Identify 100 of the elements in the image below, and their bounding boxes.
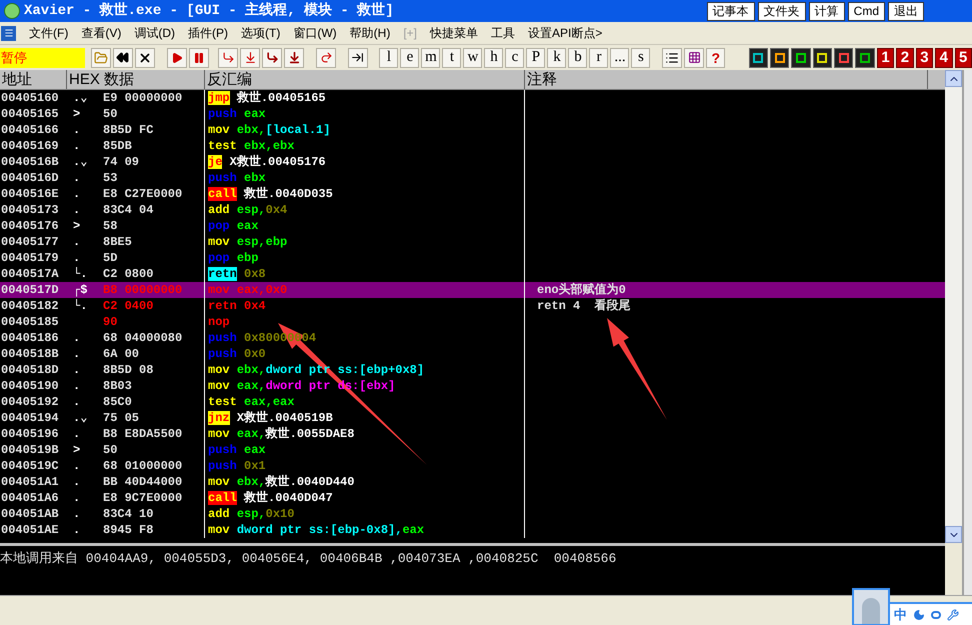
scroll-up-icon[interactable] xyxy=(945,70,962,87)
help-button[interactable]: ? xyxy=(706,48,726,68)
close-icon[interactable] xyxy=(134,48,155,68)
rewind-icon[interactable] xyxy=(112,48,133,68)
number-button[interactable]: 4 xyxy=(935,48,953,68)
window-button[interactable]: c xyxy=(505,48,524,68)
window-button[interactable]: h xyxy=(484,48,504,68)
column-header[interactable]: HEX 数据 xyxy=(67,70,205,89)
hex-cell: 90 xyxy=(103,314,118,330)
step-over-icon[interactable] xyxy=(240,48,260,68)
scrollbar[interactable] xyxy=(945,70,962,543)
window-button[interactable]: ... xyxy=(610,48,630,68)
call-info-text: 本地调用来自 00404AA9, 004055D3, 004056E4, 00406B4B ,004073EA ,0040825C 00408566 xyxy=(0,551,616,566)
grid-icon[interactable] xyxy=(684,48,704,68)
hex-cell: 58 xyxy=(103,218,118,234)
title-tool-button[interactable]: 文件夹 xyxy=(758,2,806,20)
number-button[interactable]: 1 xyxy=(876,48,894,68)
menu-item[interactable]: 选项(T) xyxy=(241,24,280,42)
plugin-icon[interactable] xyxy=(812,48,832,68)
punctuation-icon[interactable] xyxy=(931,611,941,619)
pause-icon[interactable] xyxy=(188,48,209,68)
menu-item[interactable]: 设置API断点> xyxy=(528,24,602,42)
hex-cell: 68 04000080 xyxy=(103,330,182,346)
flow-marker: . xyxy=(73,507,80,521)
window-button[interactable]: b xyxy=(568,48,588,68)
address-cell-text: 004051AE xyxy=(0,522,60,538)
hex-cell: 68 01000000 xyxy=(103,458,182,474)
title-tool-button[interactable]: 计算 xyxy=(808,2,845,20)
disasm-cell: pop ebp xyxy=(205,250,525,266)
disasm-cell: push 0x1 xyxy=(205,458,525,474)
window-button[interactable]: r xyxy=(589,48,608,68)
flow-marker: . xyxy=(73,395,80,409)
disasm-cell: add esp,0x10 xyxy=(205,506,525,522)
window-button[interactable]: k xyxy=(547,48,566,68)
goto-icon[interactable] xyxy=(348,48,368,68)
window-button[interactable]: m xyxy=(421,48,440,68)
hex-cell: 53 xyxy=(103,170,118,186)
moon-icon[interactable] xyxy=(913,609,925,621)
menu-item[interactable]: 插件(P) xyxy=(188,24,228,42)
disasm-cell: jmp 救世.00405165 xyxy=(205,90,525,106)
menu-item[interactable]: 查看(V) xyxy=(81,24,122,42)
app-icon xyxy=(4,3,20,19)
number-button[interactable]: 3 xyxy=(916,48,934,68)
address-cell-text: 0040518D xyxy=(0,362,60,378)
address-cell-text: 00405165 xyxy=(0,106,60,122)
ime-mode-text[interactable]: 中 xyxy=(894,605,907,625)
window-button[interactable]: e xyxy=(400,48,420,68)
address-cell-text: 00405166 xyxy=(0,122,60,138)
hex-cell: 85DB xyxy=(103,138,132,154)
plugin-icon[interactable] xyxy=(791,48,811,68)
address-cell-text: 0040516D xyxy=(0,170,60,186)
title-tool-button[interactable]: Cmd xyxy=(848,2,885,20)
menu-item[interactable]: 快捷菜单 xyxy=(430,24,478,42)
title-tool-button[interactable]: 记事本 xyxy=(706,2,755,20)
plugin-icon[interactable] xyxy=(855,48,875,68)
plugin-icon[interactable] xyxy=(748,48,768,68)
status-label: 暂停 xyxy=(0,48,85,68)
number-button[interactable]: 5 xyxy=(954,48,972,68)
play-icon[interactable] xyxy=(166,48,187,68)
flow-marker: . xyxy=(73,187,80,201)
flow-marker: .⌄ xyxy=(73,411,88,425)
disasm-cell: add esp,0x4 xyxy=(205,202,525,218)
window-button[interactable]: l xyxy=(379,48,398,68)
window-button[interactable]: P xyxy=(526,48,546,68)
address-cell-text: 004051AB xyxy=(0,506,60,522)
menu-item[interactable]: 文件(F) xyxy=(29,24,68,42)
title-tool-button[interactable]: 退出 xyxy=(888,2,924,20)
plugin-icon[interactable] xyxy=(834,48,854,68)
window-button[interactable]: w xyxy=(463,48,482,68)
disasm-cell: mov ebx,[local.1] xyxy=(205,122,525,138)
menu-item[interactable]: 窗口(W) xyxy=(293,24,337,42)
step-into-icon[interactable] xyxy=(218,48,238,68)
menu-item[interactable]: 帮助(H) xyxy=(350,24,390,42)
window-button[interactable]: s xyxy=(631,48,650,68)
address-cell-text: 00405182 xyxy=(0,298,60,314)
column-header[interactable]: 反汇编 xyxy=(205,70,525,89)
app-menu-icon[interactable] xyxy=(1,26,16,40)
list-icon[interactable] xyxy=(662,48,682,68)
address-cell-text: 00405160 xyxy=(0,90,60,106)
selection-bar[interactable]: 0040517D ┌$ B8 00000000 mov eax,0x0 eno头部赋值为0 xyxy=(0,282,945,298)
number-button[interactable]: 2 xyxy=(896,48,914,68)
hex-cell: E8 C27E0000 xyxy=(103,186,182,202)
plugin-icon[interactable] xyxy=(770,48,790,68)
hex-cell: 8BE5 xyxy=(103,234,132,250)
column-header[interactable]: 地址 xyxy=(0,70,67,89)
return-icon[interactable] xyxy=(316,48,336,68)
flow-marker: . xyxy=(73,123,80,137)
hex-cell: B8 E8DA5500 xyxy=(103,426,182,442)
flow-marker: . xyxy=(73,427,80,441)
trace-into-icon[interactable] xyxy=(262,48,282,68)
wrench-icon[interactable] xyxy=(947,609,959,621)
flow-marker: . xyxy=(73,347,80,361)
menu-item[interactable]: 工具 xyxy=(491,24,516,42)
menu-item[interactable]: 调试(D) xyxy=(134,24,175,42)
column-header[interactable]: 注释 xyxy=(525,70,928,89)
address-cell-text: 00405192 xyxy=(0,394,60,410)
window-button[interactable]: t xyxy=(442,48,462,68)
flow-marker: └. xyxy=(73,267,88,281)
trace-over-icon[interactable] xyxy=(284,48,304,68)
scroll-down-icon[interactable] xyxy=(945,526,962,543)
